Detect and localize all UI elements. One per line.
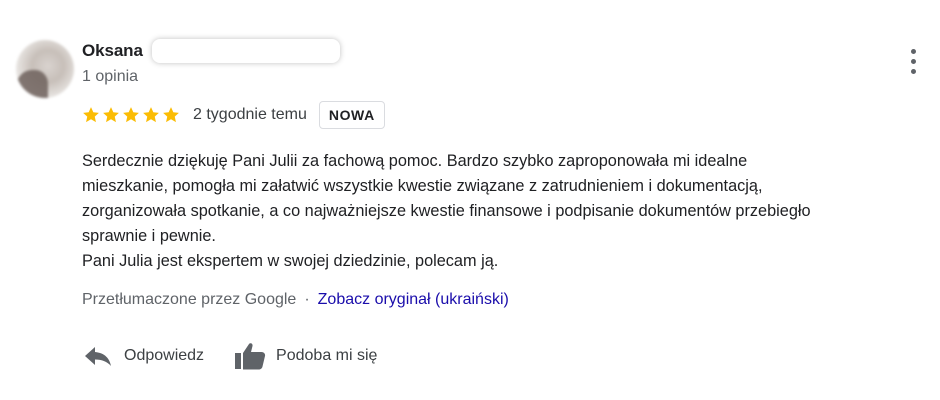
thumb-up-icon	[235, 343, 266, 370]
review-text-line: sprawnie i pewnie.	[82, 227, 216, 245]
like-button[interactable]: Podoba mi się	[234, 342, 377, 370]
translation-row: Przetłumaczone przez Google · Zobacz orygi…	[82, 291, 509, 309]
avatar-photo	[16, 70, 48, 98]
review-text-line: mieszkanie, pomogła mi załatwić wszystki…	[82, 177, 763, 195]
reply-arrow-icon	[85, 347, 111, 366]
new-badge: NOWA	[318, 101, 385, 129]
avatar[interactable]	[16, 40, 74, 98]
review-text-line: Pani Julia jest ekspertem w swojej dzied…	[82, 252, 499, 270]
like-label: Podoba mi się	[276, 347, 378, 364]
reply-label: Odpowiedz	[124, 347, 205, 364]
more-vert-icon[interactable]	[906, 49, 922, 75]
review-text-line: Serdecznie dziękuję Pani Julii za fachow…	[82, 152, 748, 170]
translation-note: Przetłumaczone przez Google	[82, 291, 297, 308]
review-text-line: zorganizowała spotkanie, a co najważniej…	[82, 202, 811, 220]
star-icon	[123, 107, 139, 123]
redacted-surname-box	[152, 39, 340, 63]
reply-button[interactable]: Odpowiedz	[84, 344, 204, 368]
review-actions: Odpowiedz Podoba mi się	[84, 342, 377, 370]
see-original-link[interactable]: Zobacz oryginał (ukraiński)	[318, 291, 509, 308]
star-rating	[82, 106, 182, 124]
star-icon	[103, 107, 119, 123]
star-icon	[163, 107, 179, 123]
review-date: 2 tygodnie temu	[193, 106, 307, 123]
separator-dot: ·	[304, 291, 310, 308]
star-icon	[143, 107, 159, 123]
author-name[interactable]: Oksana	[82, 41, 143, 61]
rating-row: 2 tygodnie temu NOWA	[82, 101, 385, 129]
author-review-count: 1 opinia	[82, 68, 139, 85]
review-text: Serdecznie dziękuję Pani Julii za fachow…	[82, 149, 940, 274]
star-icon	[83, 107, 99, 123]
